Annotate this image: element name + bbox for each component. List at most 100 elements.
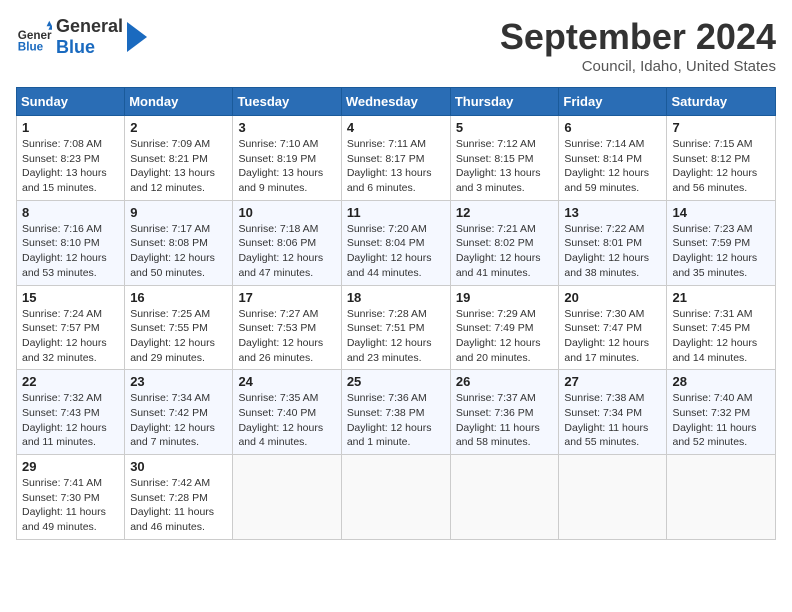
calendar-cell: 29 Sunrise: 7:41 AM Sunset: 7:30 PM Dayli… — [17, 455, 125, 540]
location-subtitle: Council, Idaho, United States — [500, 58, 776, 75]
logo-general-text: General — [56, 16, 123, 37]
logo: General Blue General Blue — [16, 16, 147, 57]
day-info: Sunrise: 7:37 AM Sunset: 7:36 PM Dayligh… — [456, 391, 554, 450]
day-number: 4 — [347, 120, 445, 135]
day-number: 8 — [22, 205, 119, 220]
calendar-cell: 20 Sunrise: 7:30 AM Sunset: 7:47 PM Dayli… — [559, 285, 667, 370]
calendar-cell: 12 Sunrise: 7:21 AM Sunset: 8:02 PM Dayli… — [450, 200, 559, 285]
day-info: Sunrise: 7:31 AM Sunset: 7:45 PM Dayligh… — [672, 307, 770, 366]
day-number: 26 — [456, 374, 554, 389]
day-number: 12 — [456, 205, 554, 220]
calendar-week-row: 1Sunrise: 7:08 AM Sunset: 8:23 PM Daylig… — [17, 116, 776, 201]
day-info: Sunrise: 7:22 AM Sunset: 8:01 PM Dayligh… — [564, 222, 661, 281]
calendar-cell: 21 Sunrise: 7:31 AM Sunset: 7:45 PM Dayli… — [667, 285, 776, 370]
calendar-cell: 22Sunrise: 7:32 AM Sunset: 7:43 PM Dayli… — [17, 370, 125, 455]
day-info: Sunrise: 7:18 AM Sunset: 8:06 PM Dayligh… — [238, 222, 335, 281]
calendar-week-row: 29 Sunrise: 7:41 AM Sunset: 7:30 PM Dayli… — [17, 455, 776, 540]
day-info: Sunrise: 7:34 AM Sunset: 7:42 PM Dayligh… — [130, 391, 227, 450]
calendar-cell: 25 Sunrise: 7:36 AM Sunset: 7:38 PM Dayli… — [341, 370, 450, 455]
column-header-monday: Monday — [125, 88, 233, 116]
calendar-cell: 15 Sunrise: 7:24 AM Sunset: 7:57 PM Dayli… — [17, 285, 125, 370]
svg-text:Blue: Blue — [18, 40, 44, 53]
calendar-week-row: 8 Sunrise: 7:16 AM Sunset: 8:10 PM Daylig… — [17, 200, 776, 285]
day-info: Sunrise: 7:21 AM Sunset: 8:02 PM Dayligh… — [456, 222, 554, 281]
day-number: 29 — [22, 459, 119, 474]
day-info: Sunrise: 7:36 AM Sunset: 7:38 PM Dayligh… — [347, 391, 445, 450]
calendar-week-row: 15 Sunrise: 7:24 AM Sunset: 7:57 PM Dayli… — [17, 285, 776, 370]
calendar-cell: 18Sunrise: 7:28 AM Sunset: 7:51 PM Dayli… — [341, 285, 450, 370]
day-number: 5 — [456, 120, 554, 135]
calendar-header-row: SundayMondayTuesdayWednesdayThursdayFrid… — [17, 88, 776, 116]
day-number: 25 — [347, 374, 445, 389]
calendar-cell — [233, 455, 341, 540]
day-number: 10 — [238, 205, 335, 220]
column-header-saturday: Saturday — [667, 88, 776, 116]
day-number: 27 — [564, 374, 661, 389]
calendar-cell: 26 Sunrise: 7:37 AM Sunset: 7:36 PM Dayli… — [450, 370, 559, 455]
calendar-cell: 1Sunrise: 7:08 AM Sunset: 8:23 PM Daylig… — [17, 116, 125, 201]
calendar-week-row: 22Sunrise: 7:32 AM Sunset: 7:43 PM Dayli… — [17, 370, 776, 455]
day-number: 19 — [456, 290, 554, 305]
day-number: 16 — [130, 290, 227, 305]
day-number: 20 — [564, 290, 661, 305]
day-number: 28 — [672, 374, 770, 389]
day-number: 21 — [672, 290, 770, 305]
column-header-sunday: Sunday — [17, 88, 125, 116]
calendar-cell: 28 Sunrise: 7:40 AM Sunset: 7:32 PM Dayli… — [667, 370, 776, 455]
column-header-friday: Friday — [559, 88, 667, 116]
day-number: 13 — [564, 205, 661, 220]
month-title: September 2024 — [500, 16, 776, 58]
calendar-table: SundayMondayTuesdayWednesdayThursdayFrid… — [16, 87, 776, 540]
day-info: Sunrise: 7:41 AM Sunset: 7:30 PM Dayligh… — [22, 476, 119, 535]
day-info: Sunrise: 7:16 AM Sunset: 8:10 PM Dayligh… — [22, 222, 119, 281]
day-info: Sunrise: 7:29 AM Sunset: 7:49 PM Dayligh… — [456, 307, 554, 366]
day-info: Sunrise: 7:17 AM Sunset: 8:08 PM Dayligh… — [130, 222, 227, 281]
calendar-cell: 17Sunrise: 7:27 AM Sunset: 7:53 PM Dayli… — [233, 285, 341, 370]
day-number: 11 — [347, 205, 445, 220]
day-info: Sunrise: 7:25 AM Sunset: 7:55 PM Dayligh… — [130, 307, 227, 366]
day-number: 24 — [238, 374, 335, 389]
logo-blue-text: Blue — [56, 37, 123, 58]
calendar-cell: 13 Sunrise: 7:22 AM Sunset: 8:01 PM Dayli… — [559, 200, 667, 285]
calendar-cell: 24 Sunrise: 7:35 AM Sunset: 7:40 PM Dayli… — [233, 370, 341, 455]
day-number: 9 — [130, 205, 227, 220]
column-header-wednesday: Wednesday — [341, 88, 450, 116]
day-info: Sunrise: 7:11 AM Sunset: 8:17 PM Dayligh… — [347, 137, 445, 196]
day-info: Sunrise: 7:15 AM Sunset: 8:12 PM Dayligh… — [672, 137, 770, 196]
day-info: Sunrise: 7:27 AM Sunset: 7:53 PM Dayligh… — [238, 307, 335, 366]
column-header-thursday: Thursday — [450, 88, 559, 116]
calendar-cell: 2Sunrise: 7:09 AM Sunset: 8:21 PM Daylig… — [125, 116, 233, 201]
calendar-cell: 4 Sunrise: 7:11 AM Sunset: 8:17 PM Daylig… — [341, 116, 450, 201]
day-info: Sunrise: 7:24 AM Sunset: 7:57 PM Dayligh… — [22, 307, 119, 366]
day-info: Sunrise: 7:23 AM Sunset: 7:59 PM Dayligh… — [672, 222, 770, 281]
day-info: Sunrise: 7:12 AM Sunset: 8:15 PM Dayligh… — [456, 137, 554, 196]
day-info: Sunrise: 7:30 AM Sunset: 7:47 PM Dayligh… — [564, 307, 661, 366]
day-info: Sunrise: 7:35 AM Sunset: 7:40 PM Dayligh… — [238, 391, 335, 450]
day-number: 7 — [672, 120, 770, 135]
day-info: Sunrise: 7:09 AM Sunset: 8:21 PM Dayligh… — [130, 137, 227, 196]
calendar-cell — [667, 455, 776, 540]
calendar-cell — [341, 455, 450, 540]
calendar-cell: 8 Sunrise: 7:16 AM Sunset: 8:10 PM Daylig… — [17, 200, 125, 285]
day-info: Sunrise: 7:42 AM Sunset: 7:28 PM Dayligh… — [130, 476, 227, 535]
day-number: 15 — [22, 290, 119, 305]
calendar-cell: 10 Sunrise: 7:18 AM Sunset: 8:06 PM Dayli… — [233, 200, 341, 285]
day-number: 23 — [130, 374, 227, 389]
calendar-cell: 27Sunrise: 7:38 AM Sunset: 7:34 PM Dayli… — [559, 370, 667, 455]
calendar-cell: 23 Sunrise: 7:34 AM Sunset: 7:42 PM Dayli… — [125, 370, 233, 455]
calendar-cell: 16 Sunrise: 7:25 AM Sunset: 7:55 PM Dayli… — [125, 285, 233, 370]
day-info: Sunrise: 7:20 AM Sunset: 8:04 PM Dayligh… — [347, 222, 445, 281]
day-info: Sunrise: 7:40 AM Sunset: 7:32 PM Dayligh… — [672, 391, 770, 450]
logo-arrow-icon — [127, 22, 147, 52]
day-info: Sunrise: 7:32 AM Sunset: 7:43 PM Dayligh… — [22, 391, 119, 450]
calendar-cell: 5 Sunrise: 7:12 AM Sunset: 8:15 PM Daylig… — [450, 116, 559, 201]
day-number: 18 — [347, 290, 445, 305]
page-header: General Blue General Blue September 2024… — [16, 16, 776, 75]
day-info: Sunrise: 7:08 AM Sunset: 8:23 PM Dayligh… — [22, 137, 119, 196]
day-number: 3 — [238, 120, 335, 135]
calendar-cell — [559, 455, 667, 540]
calendar-cell: 30Sunrise: 7:42 AM Sunset: 7:28 PM Dayli… — [125, 455, 233, 540]
calendar-cell: 11 Sunrise: 7:20 AM Sunset: 8:04 PM Dayli… — [341, 200, 450, 285]
day-number: 6 — [564, 120, 661, 135]
logo-icon: General Blue — [16, 19, 52, 55]
